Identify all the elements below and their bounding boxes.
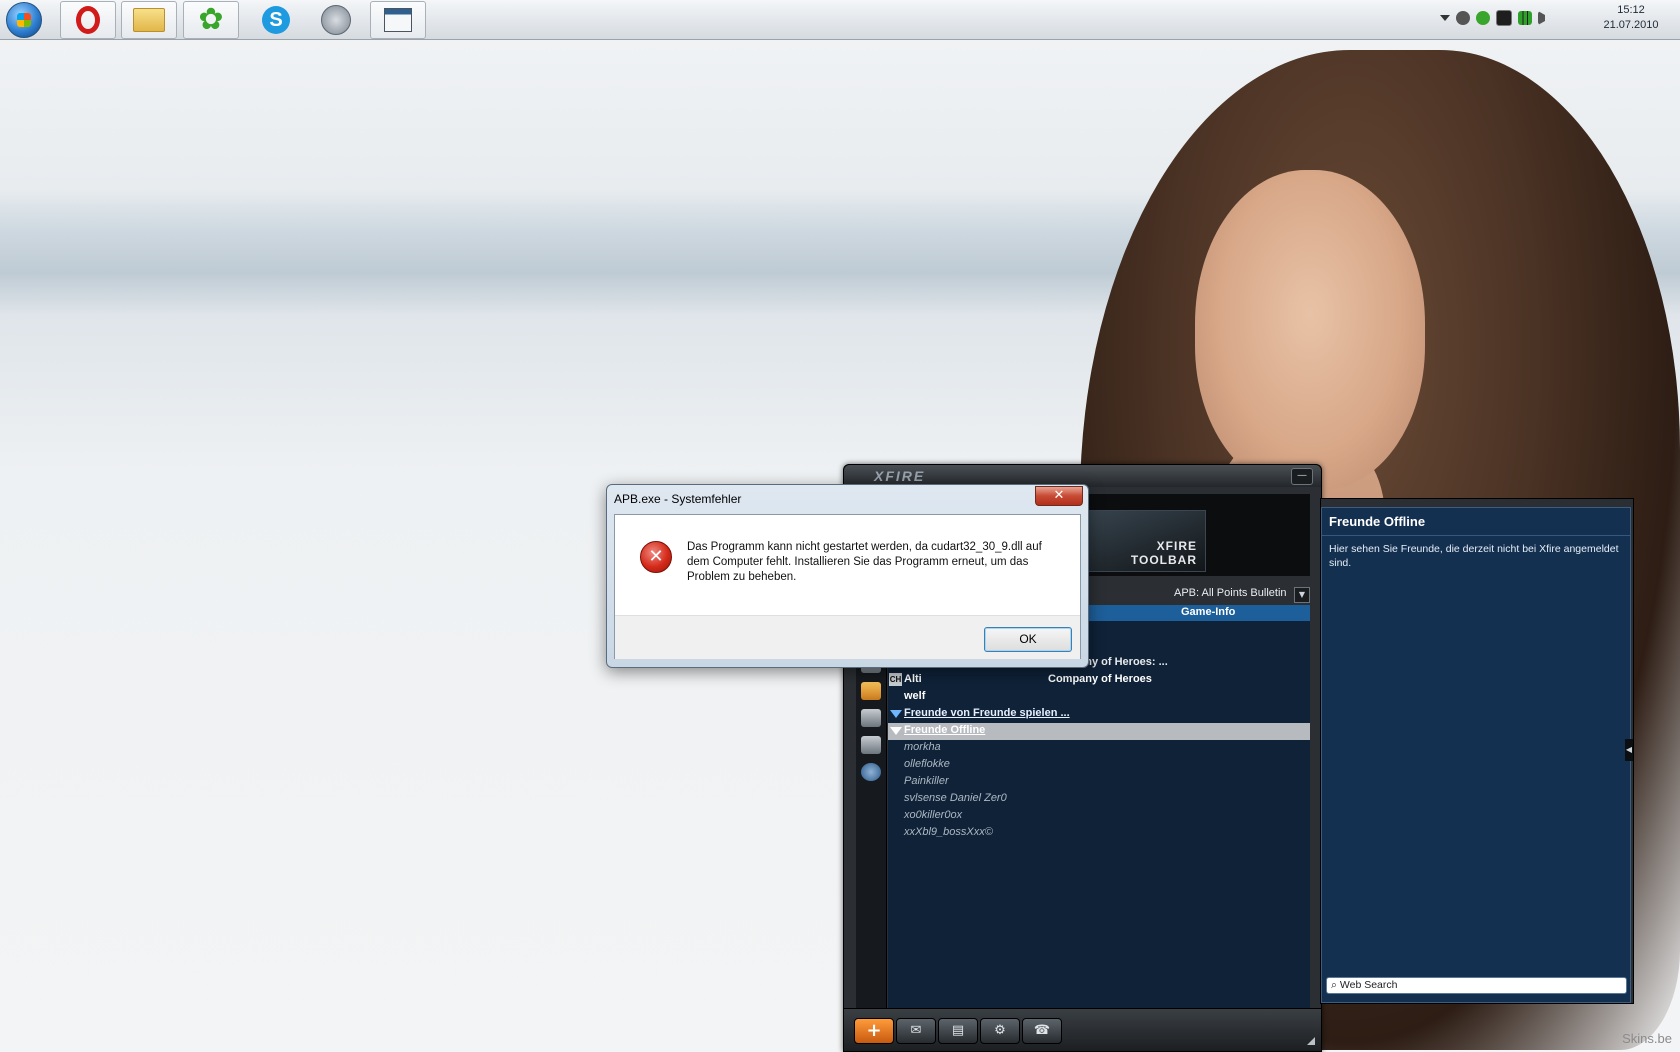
expand-arrow-icon[interactable] <box>890 727 902 735</box>
panel-description: Hier sehen Sie Freunde, die derzeit nich… <box>1329 543 1619 569</box>
add-friend-button[interactable]: + <box>854 1018 894 1044</box>
friend-name: olleflokke <box>904 758 950 770</box>
taskbar-opera-button[interactable] <box>60 1 116 39</box>
taskbar-clock[interactable]: 15:12 21.07.2010 <box>1590 3 1672 33</box>
table-row[interactable]: CH Alti Company of Heroes <box>888 672 1310 689</box>
ok-button[interactable]: OK <box>984 627 1072 652</box>
skype-icon: S <box>262 6 290 34</box>
row-name: welf <box>904 690 926 702</box>
star-badge-icon[interactable] <box>861 763 881 781</box>
camera-icon[interactable] <box>861 709 881 727</box>
xfire-toolbar-ad[interactable]: XFIRE TOOLBAR <box>1074 510 1206 572</box>
column-game-info[interactable]: Game-Info <box>1181 606 1235 618</box>
friend-name: morkha <box>904 741 941 753</box>
table-row[interactable]: welf <box>888 689 1310 706</box>
window-icon <box>384 8 412 32</box>
profile-button[interactable]: ▤ <box>938 1018 978 1044</box>
game-filter-dropdown-icon[interactable]: ▼ <box>1294 587 1310 603</box>
xfire-tray-icon[interactable] <box>1496 10 1512 26</box>
expand-arrow-icon[interactable] <box>890 710 902 718</box>
game-badge: CH <box>889 673 902 686</box>
voice-button[interactable]: ☎ <box>1022 1018 1062 1044</box>
taskbar-icq-button[interactable]: ✿ <box>183 1 239 39</box>
panel-divider <box>1322 535 1630 536</box>
friend-name: svlsense Daniel Zer0 <box>904 792 1007 804</box>
list-item[interactable]: svlsense Daniel Zer0 <box>888 791 1310 808</box>
friend-name: xxXbl9_bossXxx© <box>904 826 993 838</box>
teamspeak-icon <box>321 5 351 35</box>
clock-time: 15:12 <box>1617 4 1645 16</box>
minimize-button[interactable]: — <box>1291 468 1313 485</box>
error-dialog: APB.exe - Systemfehler ✕ ✕ Das Programm … <box>606 484 1089 668</box>
toolbar-ad-line2: TOOLBAR <box>1130 553 1197 567</box>
xfire-bottom-toolbar: + ✉ ▤ ⚙ ☎ <box>844 1008 1321 1051</box>
list-item[interactable]: xxXbl9_bossXxx© <box>888 825 1310 842</box>
taskbar-teamspeak-button[interactable] <box>308 1 364 39</box>
panel-collapse-handle[interactable]: ◀ <box>1625 739 1633 761</box>
group-header-friends-of-friends[interactable]: Freunde von Freunde spielen ... <box>888 706 1310 723</box>
clock-date: 21.07.2010 <box>1603 19 1659 31</box>
chat-button[interactable]: ✉ <box>896 1018 936 1044</box>
resize-grip-icon[interactable] <box>1307 1037 1315 1045</box>
error-message: Das Programm kann nicht gestartet werden… <box>687 541 1042 583</box>
taskbar-explorer-button[interactable] <box>121 1 177 39</box>
web-search-input[interactable]: ⌕ Web Search <box>1326 977 1627 994</box>
start-button[interactable] <box>6 2 42 38</box>
taskbar-skype-button[interactable]: S <box>248 1 304 39</box>
folder-icon <box>133 8 165 32</box>
video-clapper-icon[interactable] <box>861 736 881 754</box>
taskbar-window-button[interactable] <box>370 1 426 39</box>
xfire-info-panel: Freunde Offline Hier sehen Sie Freunde, … <box>1320 498 1634 1004</box>
xfire-sidebar <box>856 605 887 1030</box>
system-tray <box>1440 10 1550 26</box>
panel-title: Freunde Offline <box>1329 514 1426 529</box>
toolbar-ad-line1: XFIRE <box>1156 539 1197 553</box>
web-search-label: Web Search <box>1339 979 1398 991</box>
friend-name: Painkiller <box>904 775 949 787</box>
group-name: Freunde Offline <box>904 724 986 736</box>
row-name: Alti <box>904 673 922 685</box>
status-icon[interactable] <box>1456 11 1470 25</box>
folder-transfer-icon[interactable] <box>861 682 881 700</box>
dialog-title: APB.exe - Systemfehler <box>614 492 742 506</box>
friend-name: xo0killer0ox <box>904 809 963 821</box>
opera-icon <box>76 6 100 34</box>
dialog-body: ✕ Das Programm kann nicht gestartet werd… <box>614 514 1081 659</box>
group-header-friends-offline[interactable]: Freunde Offline <box>888 723 1310 740</box>
search-icon: ⌕ <box>1331 979 1337 991</box>
xfire-logo: XFIRE <box>874 468 926 484</box>
games-button[interactable]: ⚙ <box>980 1018 1020 1044</box>
network-icon[interactable] <box>1518 11 1532 25</box>
close-button[interactable]: ✕ <box>1035 486 1083 506</box>
wallpaper-face <box>1195 170 1425 490</box>
list-item[interactable]: xo0killer0ox <box>888 808 1310 825</box>
wallpaper-watermark: Skins.be <box>1622 1031 1672 1046</box>
list-item[interactable]: olleflokke <box>888 757 1310 774</box>
row-game: Company of Heroes <box>1048 673 1152 685</box>
group-name: Freunde von Freunde spielen ... <box>904 707 1070 719</box>
icq-flower-icon: ✿ <box>198 2 224 37</box>
game-filter-select[interactable]: APB: All Points Bulletin <box>1174 587 1287 599</box>
error-icon: ✕ <box>640 541 672 573</box>
list-item[interactable]: Painkiller <box>888 774 1310 791</box>
friends-list: Game-Info Company of Heroes: ... CH Alti… <box>888 605 1310 1030</box>
icq-tray-icon[interactable] <box>1476 11 1490 25</box>
show-hidden-icons-chevron-icon[interactable] <box>1440 15 1450 21</box>
volume-icon[interactable] <box>1538 11 1550 25</box>
taskbar: ✿ S 15:12 21.07.2010 <box>0 0 1680 40</box>
list-item[interactable]: morkha <box>888 740 1310 757</box>
dialog-footer: OK <box>615 615 1080 659</box>
